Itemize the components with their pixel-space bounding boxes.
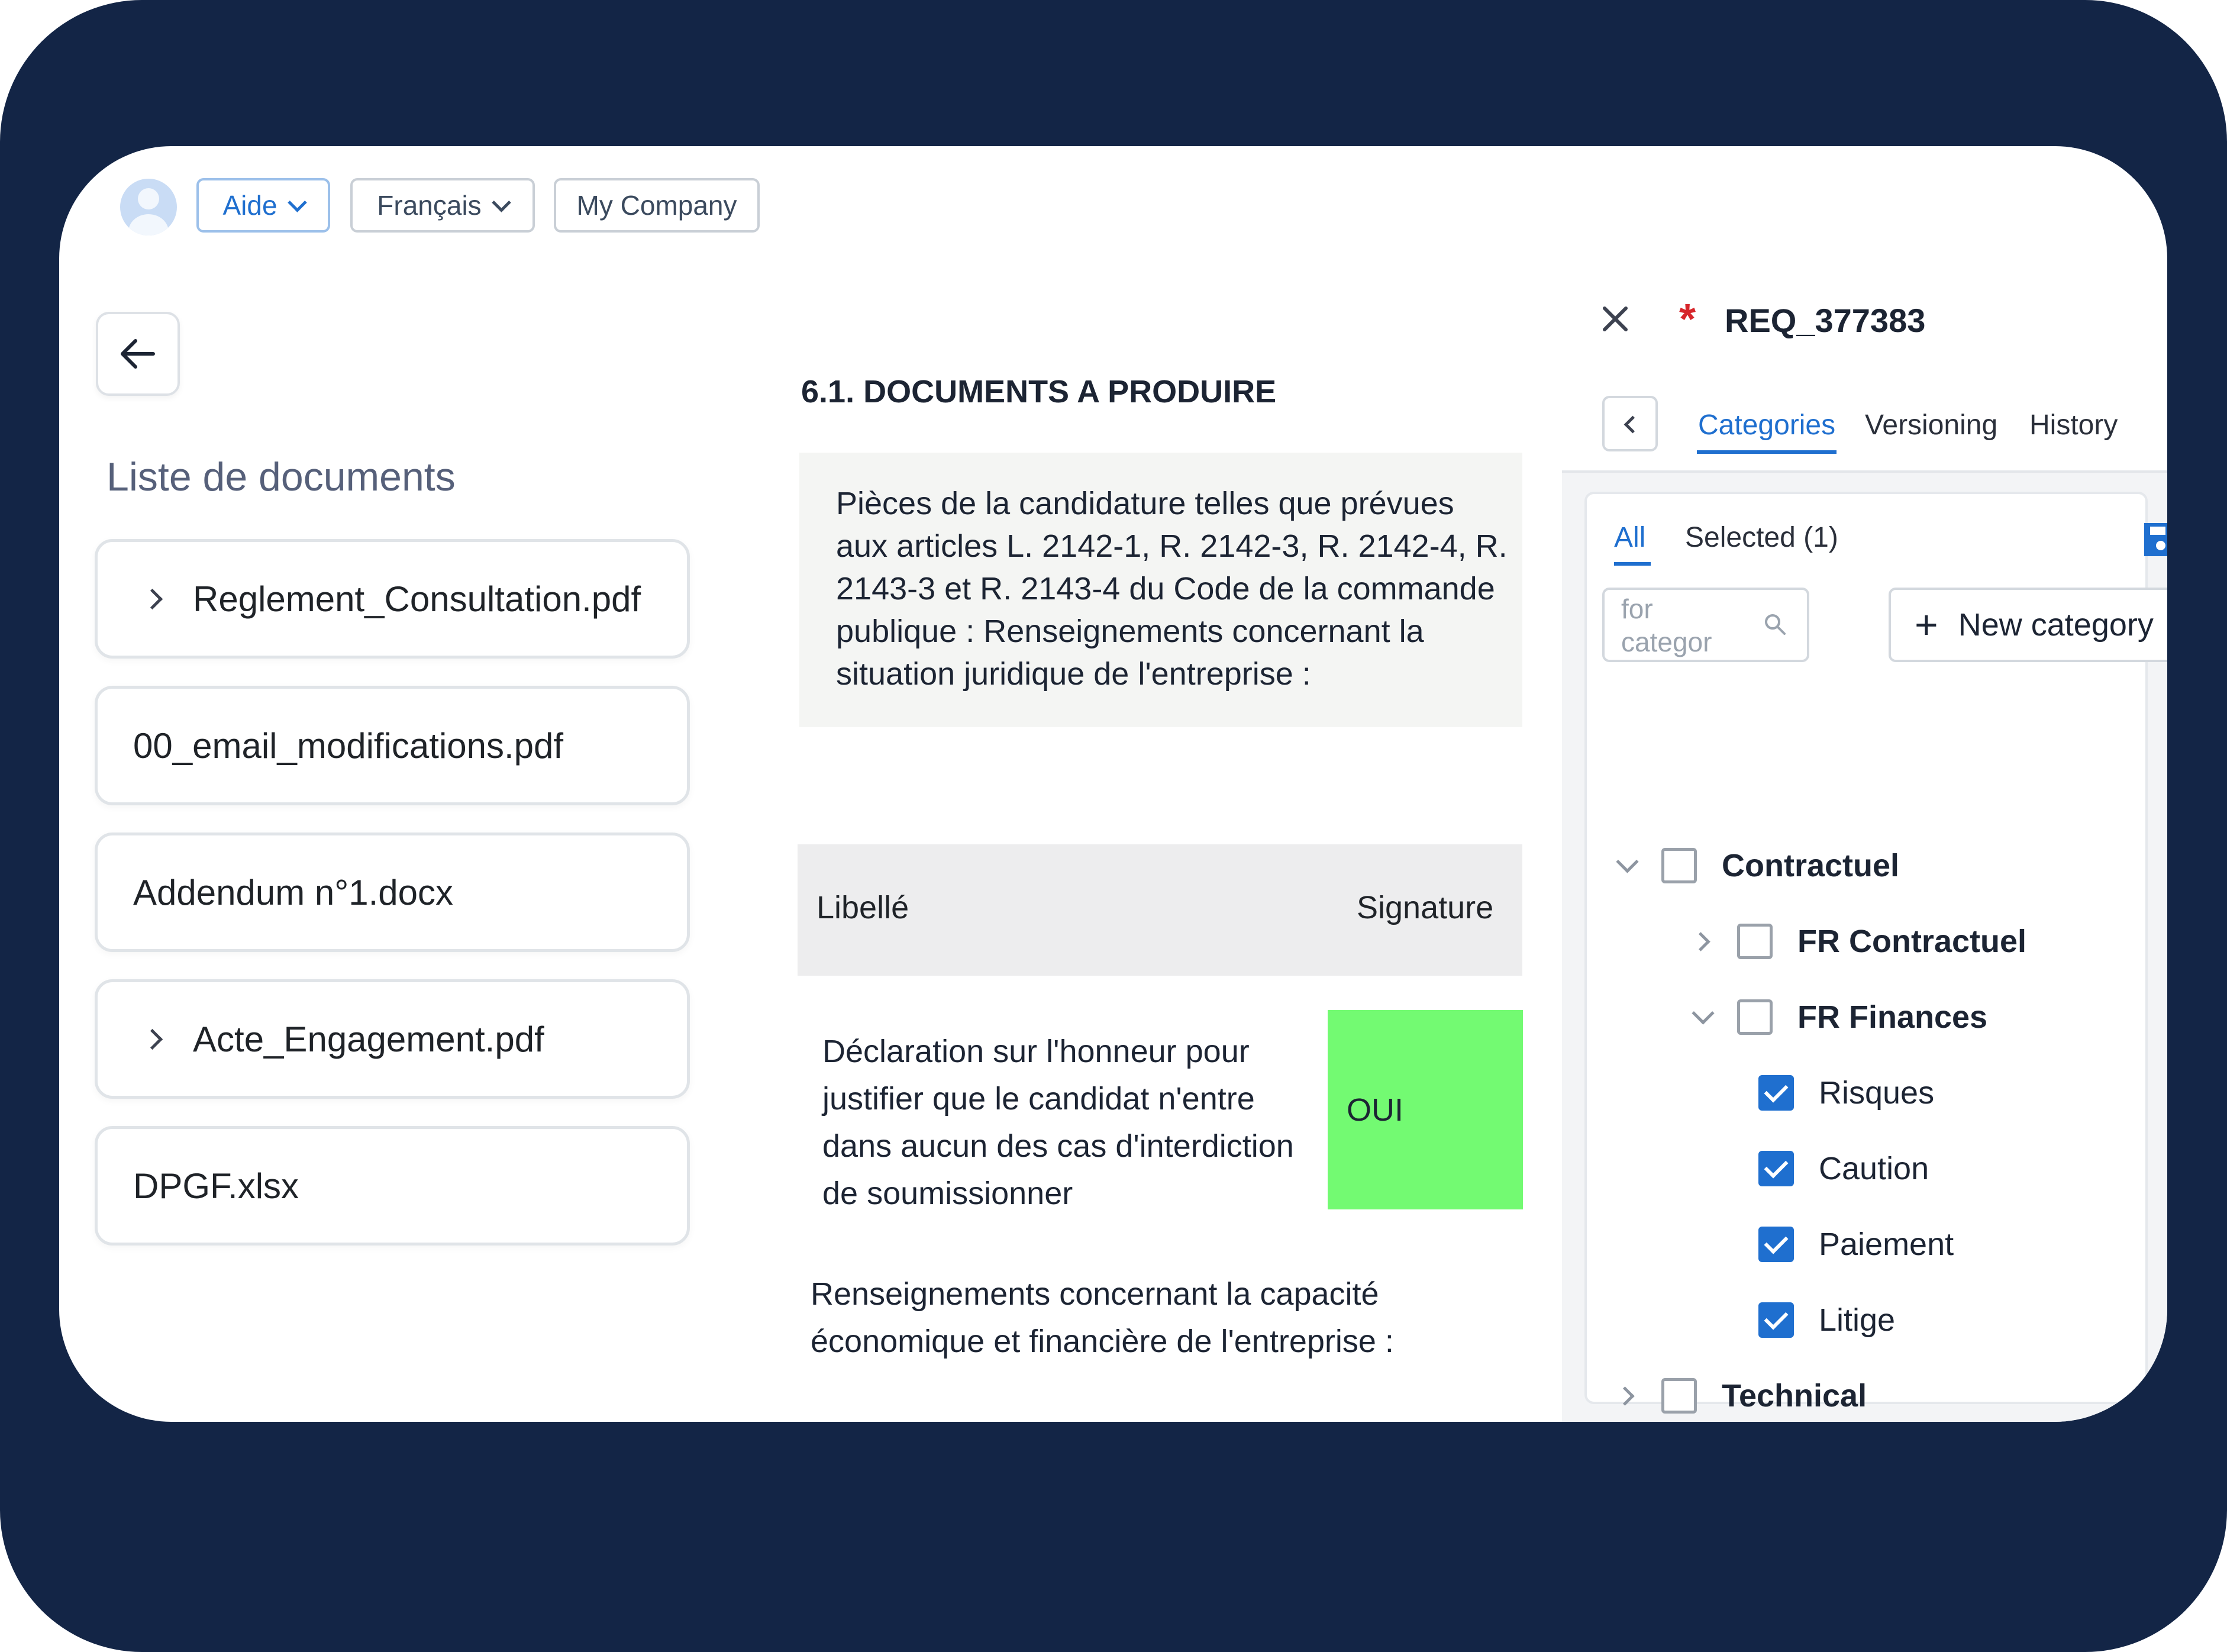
column-header-label: Libellé [816,890,909,925]
tree-item-contractuel[interactable]: Contractuel [1609,842,1899,889]
tree-item-fr-contractuel[interactable]: FR Contractuel [1685,918,2026,965]
check-icon [1764,1305,1789,1330]
active-subtab-indicator [1614,562,1651,566]
active-tab-indicator [1697,450,1837,454]
checkbox-checked[interactable] [1758,1151,1794,1186]
checkbox[interactable] [1737,999,1773,1035]
new-category-button[interactable]: + New category [1889,588,2167,662]
chevron-right-icon[interactable] [141,1028,163,1050]
subtab-selected[interactable]: Selected (1) [1685,521,1838,554]
device-frame: Aide Français My Company Liste de docume… [0,0,2227,1652]
tab-history[interactable]: History [2029,409,2118,441]
tab-versioning[interactable]: Versioning [1865,409,1997,441]
avatar[interactable] [120,179,177,235]
tree-item-label: Caution [1819,1151,1929,1186]
checkbox[interactable] [1661,848,1697,883]
chevron-down-icon[interactable] [1685,999,1721,1035]
search-icon [1765,614,1786,635]
chevron-right-icon[interactable] [141,588,163,609]
help-label: Aide [222,190,277,221]
row-line: Renseignements concernant la capacité [811,1276,1379,1312]
app-window: Aide Français My Company Liste de docume… [59,146,2167,1422]
row-line: de soumissionner [822,1176,1073,1211]
requirement-id: REQ_377383 [1725,302,1926,339]
document-name: Acte_Engagement.pdf [193,1019,544,1059]
checkbox-checked[interactable] [1758,1075,1794,1111]
document-name: Reglement_Consultation.pdf [193,579,641,619]
quote-line: 2143-3 et R. 2143-4 du Code de la comman… [836,571,1495,606]
company-label: My Company [576,190,737,221]
check-icon [1764,1230,1789,1254]
tree-item-paiement[interactable]: Paiement [1742,1221,1954,1268]
quote-line: aux articles L. 2142-1, R. 2142-3, R. 21… [836,528,1508,564]
document-item[interactable]: 00_email_modifications.pdf [95,686,690,805]
subtab-all[interactable]: All [1614,521,1645,554]
tab-categories[interactable]: Categories [1698,409,1835,441]
document-item[interactable]: Reglement_Consultation.pdf [95,539,690,659]
signature-cell: OUI [1328,1010,1523,1209]
table-row-label: Renseignements concernant la capacité éc… [811,1270,1509,1365]
tree-item-fr-finances[interactable]: FR Finances [1685,993,1987,1041]
table-row-label: Déclaration sur l'honneur pour justifier… [822,1028,1343,1217]
search-placeholder: for categor [1621,593,1712,657]
language-dropdown[interactable]: Français [350,178,535,233]
check-icon [1764,1154,1789,1179]
chevron-down-icon[interactable] [1609,848,1645,883]
tree-item-label: Litige [1819,1302,1896,1338]
checkbox-checked[interactable] [1758,1302,1794,1338]
quote-line: publique : Renseignements concernant la [836,614,1424,649]
chevron-down-icon [491,192,511,212]
checkbox-checked[interactable] [1758,1227,1794,1262]
panel-back-button[interactable] [1602,396,1658,451]
save-icon[interactable] [2141,520,2167,560]
new-category-label: New category [1958,607,2154,643]
tree-item-label: FR Contractuel [1797,924,2027,959]
tree-item-label: Risques [1819,1075,1935,1111]
quote-line: situation juridique de l'entreprise : [836,656,1311,692]
document-item[interactable]: Acte_Engagement.pdf [95,979,690,1099]
document-name: Addendum n°1.docx [133,872,454,912]
section-title: 6.1. DOCUMENTS A PRODUIRE [801,374,1277,409]
tree-item-risques[interactable]: Risques [1742,1069,1934,1117]
tree-item-litige[interactable]: Litige [1742,1296,1895,1344]
tree-item-label: Technical [1722,1378,1867,1414]
tree-item-technical[interactable]: Technical [1609,1372,1867,1419]
row-line: justifier que le candidat n'entre [822,1081,1255,1117]
document-name: DPGF.xlsx [133,1166,299,1206]
chevron-left-icon [1624,415,1642,434]
category-search-input[interactable]: for categor [1602,588,1809,662]
help-dropdown[interactable]: Aide [196,178,330,233]
company-button[interactable]: My Company [554,178,760,233]
document-name: 00_email_modifications.pdf [133,725,564,766]
tree-item-label: Contractuel [1722,848,1900,883]
row-line: Déclaration sur l'honneur pour [822,1034,1250,1069]
tree-item-label: Paiement [1819,1227,1954,1262]
checkbox[interactable] [1661,1378,1697,1414]
document-item[interactable]: Addendum n°1.docx [95,833,690,952]
column-header-signature: Signature [1357,890,1494,925]
required-marker: * [1679,296,1696,343]
divider [1562,470,2167,473]
requirement-quote: Pièces de la candidature telles que prév… [799,453,1522,727]
quote-line: Pièces de la candidature telles que prév… [836,486,1454,521]
checkbox[interactable] [1737,924,1773,959]
chevron-down-icon [287,192,307,212]
document-item[interactable]: DPGF.xlsx [95,1126,690,1246]
table-header: Libellé Signature [798,844,1522,976]
check-icon [1764,1078,1789,1103]
tree-item-label: FR Finances [1797,999,1988,1035]
chevron-right-icon[interactable] [1685,924,1721,959]
chevron-right-icon[interactable] [1609,1378,1645,1414]
back-button[interactable] [96,312,180,396]
row-line: dans aucun des cas d'interdiction [822,1128,1294,1164]
signature-value: OUI [1347,1092,1404,1128]
documents-list-title: Liste de documents [106,454,456,499]
language-label: Français [377,190,482,221]
close-icon[interactable] [1597,301,1633,337]
arrow-left-icon [121,339,155,369]
plus-icon: + [1915,602,1938,647]
row-line: économique et financière de l'entreprise… [811,1324,1394,1359]
tree-item-caution[interactable]: Caution [1742,1145,1929,1192]
